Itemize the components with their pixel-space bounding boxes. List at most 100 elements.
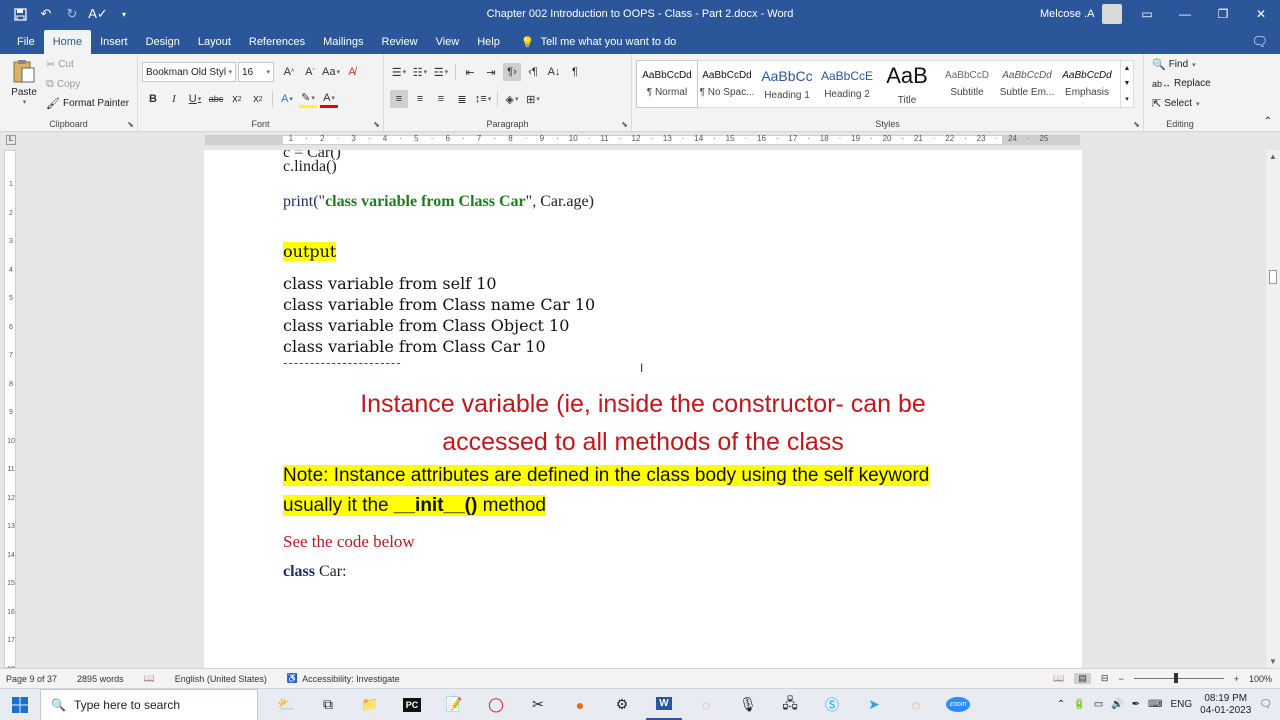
style-subtitle[interactable]: AaBbCcD Subtitle [937,61,997,107]
tab-references[interactable]: References [240,30,314,54]
word-count[interactable]: 2895 words [77,674,124,684]
file-explorer-icon[interactable]: 📁 [352,690,388,720]
align-left-icon[interactable]: ≡ [390,90,408,108]
justify-icon[interactable]: ≣ [453,90,471,108]
chevron-up-icon[interactable]: ⌃ [1057,699,1065,710]
tab-view[interactable]: View [427,30,469,54]
more-styles-icon[interactable]: ▾ [1125,95,1129,103]
find-button[interactable]: 🔍 Find ▾ [1152,58,1196,71]
style-emphasis[interactable]: AaBbCcDd Emphasis [1057,61,1117,107]
restore-icon[interactable]: ❐ [1204,0,1242,28]
read-mode-icon[interactable]: 📖 [1053,673,1064,684]
accessibility-status[interactable]: ♿ Accessibility: Investigate [287,673,400,684]
bold-icon[interactable]: B [144,90,162,108]
tab-review[interactable]: Review [373,30,427,54]
pycharm-icon[interactable]: PC [394,690,430,720]
dialog-launcher-icon[interactable]: ⬊ [127,120,134,129]
zoom-slider-knob[interactable] [1173,673,1178,683]
paste-button[interactable]: Paste ▾ [8,58,40,106]
tab-layout[interactable]: Layout [189,30,240,54]
vertical-scrollbar[interactable]: ▲ ▼ [1266,150,1280,668]
user-account[interactable]: Melcose .A [1040,4,1123,24]
clock[interactable]: 08:19 PM 04-01-2023 [1200,693,1251,717]
subscript-icon[interactable]: x2 [228,90,246,108]
save-icon[interactable] [10,4,30,24]
vertical-ruler[interactable]: 123456789101112131415161718 [4,150,16,673]
customize-qat-icon[interactable]: ▾ [114,4,134,24]
show-formatting-icon[interactable]: ¶ [566,63,584,81]
skype-icon[interactable]: Ⓢ [814,690,850,720]
styles-scroll[interactable]: ▲ ▼ ▾ [1120,60,1134,108]
style-normal[interactable]: AaBbCcDd ¶ Normal [636,60,698,108]
dialog-launcher-icon[interactable]: ⬊ [373,120,380,129]
style-heading-2[interactable]: AaBbCcE Heading 2 [817,61,877,107]
style-no-spacing[interactable]: AaBbCcDd ¶ No Spac... [697,61,757,107]
tell-me-box[interactable]: 💡 Tell me what you want to do [521,30,676,54]
highlight-icon[interactable]: ✎ ▾ [299,90,317,108]
zoom-in-icon[interactable]: + [1234,674,1239,684]
page-count[interactable]: Page 9 of 37 [6,674,57,684]
avatar[interactable] [1102,4,1123,24]
shading-icon[interactable]: ◈ ▾ [503,90,521,108]
borders-icon[interactable]: ⊞ ▾ [524,90,542,108]
zoom-level[interactable]: 100% [1249,674,1272,684]
tab-help[interactable]: Help [468,30,509,54]
input-language[interactable]: ENG [1170,699,1192,710]
select-button[interactable]: ⇱ Select ▾ [1152,97,1200,110]
sort-icon[interactable]: A↓ [545,63,563,81]
spelling-icon[interactable]: A✓ [88,4,108,24]
scroll-thumb[interactable] [1269,270,1277,284]
weather-widget-icon[interactable]: ⛅ [268,690,304,720]
dialog-launcher-icon[interactable]: ⬊ [1133,120,1140,129]
redo-icon[interactable]: ↻ [62,4,82,24]
style-title[interactable]: AaB Title [877,61,937,107]
jupyter-notebook-icon[interactable]: ◌ [898,690,934,720]
opera-icon[interactable]: ◯ [478,690,514,720]
word-icon[interactable]: W [646,690,682,720]
language-status[interactable]: English (United States) [175,674,267,684]
taskbar-search[interactable]: 🔍 Type here to search [40,688,258,720]
notifications-icon[interactable]: 🗨 [1259,699,1272,710]
network-drive-icon[interactable]: 🖧 [772,690,808,720]
tab-mailings[interactable]: Mailings [314,30,372,54]
numbering-icon[interactable]: ☷ ▾ [411,63,429,81]
copy-button[interactable]: ⧉ Copy [46,78,80,91]
align-right-icon[interactable]: ≡ [432,90,450,108]
pen-icon[interactable]: ✒ [1132,699,1140,710]
scroll-down-icon[interactable]: ▼ [1269,657,1277,666]
close-icon[interactable]: ✕ [1242,0,1280,28]
ribbon-display-options-icon[interactable]: ▭ [1128,0,1166,28]
grow-font-icon[interactable]: A ^ [280,63,298,81]
chevron-down-icon[interactable]: ▼ [1124,80,1131,87]
scroll-up-icon[interactable]: ▲ [1269,152,1277,161]
microphone-icon[interactable]: 🎙 [730,690,766,720]
shrink-font-icon[interactable]: Aˇ [301,63,319,81]
bullets-icon[interactable]: ☰ ▾ [390,63,408,81]
increase-indent-icon[interactable]: ⇥ [482,63,500,81]
decrease-indent-icon[interactable]: ⇤ [461,63,479,81]
multilevel-list-icon[interactable]: ☲ ▾ [432,63,450,81]
zoom-icon[interactable]: zoom [940,690,976,720]
notepad-icon[interactable]: 📝 [436,690,472,720]
format-painter-button[interactable]: 🖌 Format Painter [46,97,129,110]
strikethrough-icon[interactable]: abc [207,90,225,108]
horizontal-ruler[interactable]: L 1 · 2 · 3 · 4 · 5 · 6 · 7 · 8 · 9 · 10 · 11 · 12 · 13 · 14 · 15 · 16… [0,132,1280,148]
ltr-text-icon[interactable]: ¶› [503,63,521,81]
tab-selector-icon[interactable]: L [6,135,16,145]
underline-icon[interactable]: U ▾ [186,90,204,108]
keyboard-icon[interactable]: ⌨ [1148,699,1162,710]
font-size-dropdown[interactable]: 16 ▾ [238,62,274,82]
zoom-slider[interactable] [1133,673,1224,683]
network-icon[interactable]: ▭ [1094,699,1103,710]
web-layout-icon[interactable]: ⊟ [1101,673,1109,684]
superscript-icon[interactable]: x2 [249,90,267,108]
telegram-icon[interactable]: ➤ [856,690,892,720]
line-spacing-icon[interactable]: ↕≡ ▾ [474,90,492,108]
collapse-ribbon-icon[interactable]: ⌃ [1264,116,1272,127]
tab-insert[interactable]: Insert [91,30,137,54]
minimize-icon[interactable]: — [1166,0,1204,28]
tab-design[interactable]: Design [137,30,189,54]
rtl-text-icon[interactable]: ‹¶ [524,63,542,81]
proofing-icon[interactable]: 📖 [144,673,155,684]
font-family-dropdown[interactable]: Bookman Old Style ▾ [142,62,236,82]
